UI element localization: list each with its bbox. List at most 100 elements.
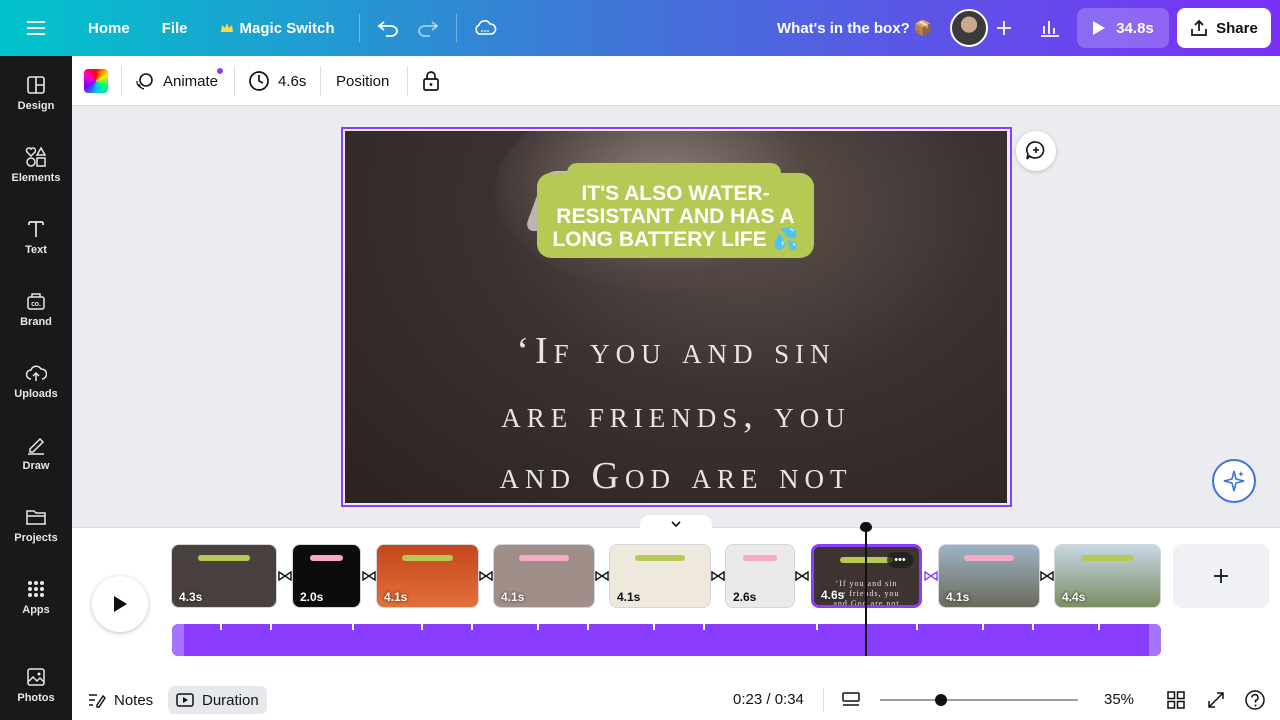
grid-view-button[interactable] [1164,688,1188,712]
page-view-button[interactable] [839,688,863,712]
transition-button[interactable] [924,569,938,583]
file-menu-button[interactable]: File [146,10,204,46]
menu-button[interactable] [0,0,72,56]
divider [121,66,122,96]
sidebar-item-text[interactable]: Text [0,218,72,278]
beat-marker [352,624,354,630]
caption-line: RESISTANT AND HAS A [556,205,795,228]
clip-caption-thumb [198,555,250,561]
sidebar-item-elements[interactable]: Elements [0,146,72,206]
notes-button[interactable]: Notes [88,686,153,714]
audio-track[interactable] [172,624,1161,656]
color-picker-button[interactable] [84,69,108,93]
avatar[interactable] [950,9,988,47]
timeline-clip[interactable]: 4.4s [1054,544,1161,608]
image-icon [27,668,45,686]
magic-switch-button[interactable]: Magic Switch [204,10,351,46]
plus-icon [997,21,1011,35]
beat-marker [587,624,589,630]
notes-icon [89,694,106,708]
zoom-slider-handle[interactable] [935,694,947,706]
cloud-icon [475,20,496,35]
audio-trim-handle-left[interactable] [172,624,184,656]
duration-button[interactable]: Duration [168,686,267,714]
timeline-clip[interactable]: 2.6s [725,544,795,608]
magic-assistant-button[interactable] [1212,459,1256,503]
play-icon [1093,21,1106,35]
cloud-save-button[interactable] [465,10,505,46]
sidebar-item-apps[interactable]: Apps [0,578,72,638]
transition-button[interactable] [278,569,292,583]
caption-line: LONG BATTERY LIFE 💦 [552,228,799,251]
sidebar-item-photos[interactable]: Photos [0,666,72,720]
beat-marker [220,624,222,630]
clip-caption-thumb [402,555,453,561]
redo-button[interactable] [408,10,448,46]
transition-button[interactable] [479,569,493,583]
quote-line: are friends, you [501,394,851,436]
document-title[interactable]: What's in the box? 📦 [777,19,933,37]
playhead-handle[interactable] [860,522,872,532]
share-button[interactable]: Share [1177,8,1271,48]
timeline-play-button[interactable] [92,576,148,632]
play-icon [114,596,127,612]
bar-chart-icon [1041,21,1059,37]
sidebar-item-uploads[interactable]: Uploads [0,362,72,422]
grid-icon [28,581,44,597]
transition-button[interactable] [711,569,725,583]
timeline-clip[interactable]: 4.1s [609,544,711,608]
clip-duration: 4.1s [384,590,408,604]
transition-button[interactable] [595,569,609,583]
playhead[interactable] [865,525,867,656]
add-comment-button[interactable] [1016,131,1056,171]
add-page-button[interactable] [1173,544,1269,608]
caption-line: IT'S ALSO WATER- [581,182,770,205]
beat-marker [471,624,473,630]
transition-button[interactable] [795,569,809,583]
timeline-clip[interactable]: 4.1s [493,544,595,608]
timeline-clip[interactable]: 2.0s [292,544,361,608]
caption-text-box[interactable]: IT'S ALSO WATER- RESISTANT AND HAS A LON… [537,163,814,258]
transition-icon [711,571,725,581]
clip-more-options-button[interactable]: ••• [887,552,913,568]
clip-caption-thumb [743,555,777,561]
beat-marker [916,624,918,630]
sidebar-item-projects[interactable]: Projects [0,506,72,566]
fullscreen-button[interactable] [1204,688,1228,712]
audio-trim-handle-right[interactable] [1149,624,1161,656]
timeline-clip[interactable]: 4.1s [938,544,1040,608]
insights-button[interactable] [1032,10,1068,46]
present-play-button[interactable]: 34.8s [1077,8,1169,48]
timeline-clip[interactable]: 4.3s [171,544,277,608]
filmstrip-icon [842,692,860,706]
clip-caption-thumb [309,555,344,561]
timing-button[interactable]: 4.6s [248,63,306,99]
home-button[interactable]: Home [72,10,146,46]
position-button[interactable]: Position [336,63,389,99]
transition-icon [1040,571,1054,581]
add-collaborator-button[interactable] [990,14,1018,42]
transition-icon [362,571,376,581]
transition-icon [278,571,292,581]
help-button[interactable] [1243,688,1267,712]
share-icon [1191,19,1207,36]
timeline-clip[interactable]: 4.1s [376,544,479,608]
collapse-timeline-button[interactable] [640,515,712,533]
expand-icon [1208,692,1224,708]
sidebar-item-brand[interactable]: CO. Brand [0,290,72,350]
zoom-level[interactable]: 35% [1104,691,1134,708]
animate-icon [136,73,153,90]
beat-marker [982,624,984,630]
animate-button[interactable]: Animate [135,63,218,99]
transition-button[interactable] [362,569,376,583]
clip-duration: 2.6s [733,590,757,604]
clip-caption-thumb [1081,555,1134,561]
zoom-slider-track[interactable] [880,699,1078,701]
transition-button[interactable] [1040,569,1054,583]
sidebar-item-draw[interactable]: Draw [0,434,72,494]
folder-icon [26,510,46,525]
clip-duration: 4.1s [946,590,970,604]
lock-button[interactable] [421,63,441,99]
sidebar-item-design[interactable]: Design [0,74,72,134]
undo-button[interactable] [368,10,408,46]
